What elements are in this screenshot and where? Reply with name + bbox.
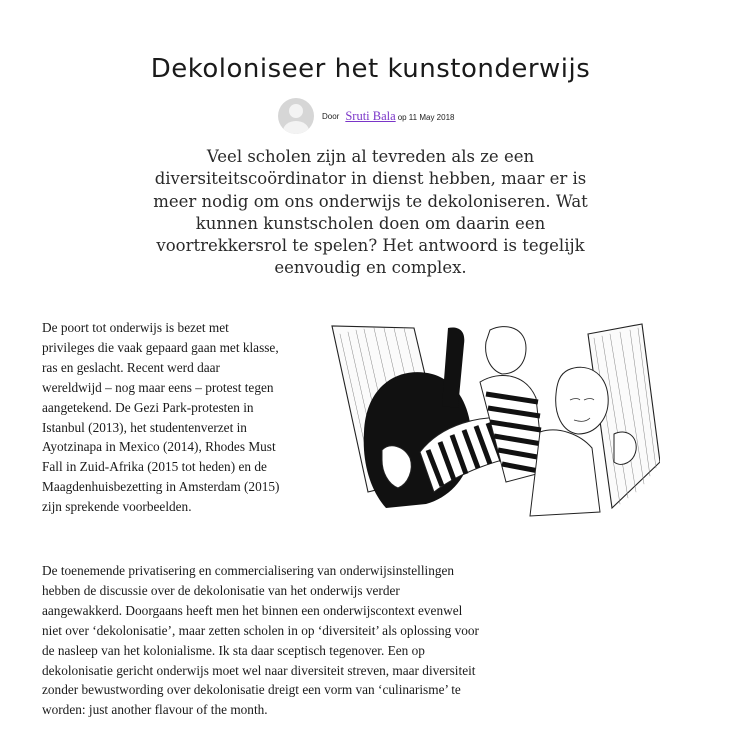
figure-reader-body [529,429,601,517]
article-illustration [331,323,660,517]
figure-profile-head [485,326,527,375]
byline-prefix: Door [322,111,340,121]
author-link[interactable]: Sruti Bala [345,109,395,124]
figure-dark-arm [442,327,465,408]
publish-date: op 11 May 2018 [397,113,455,122]
avatar-shoulders [283,121,309,134]
article-lede: Veel scholen zijn al tevreden als ze een… [153,147,588,278]
article-paragraph-1: De poort tot onderwijs is bezet met priv… [42,320,280,515]
article-title: Dekoloniseer het kunstonderwijs [150,54,591,84]
article-paragraph-2: De toenemende privatisering en commercia… [42,563,479,718]
byline: Door Sruti Bala op 11 May 2018 [278,98,454,134]
author-avatar-icon[interactable] [278,98,314,134]
avatar-head [289,104,303,118]
figure-reader-head [555,366,609,435]
